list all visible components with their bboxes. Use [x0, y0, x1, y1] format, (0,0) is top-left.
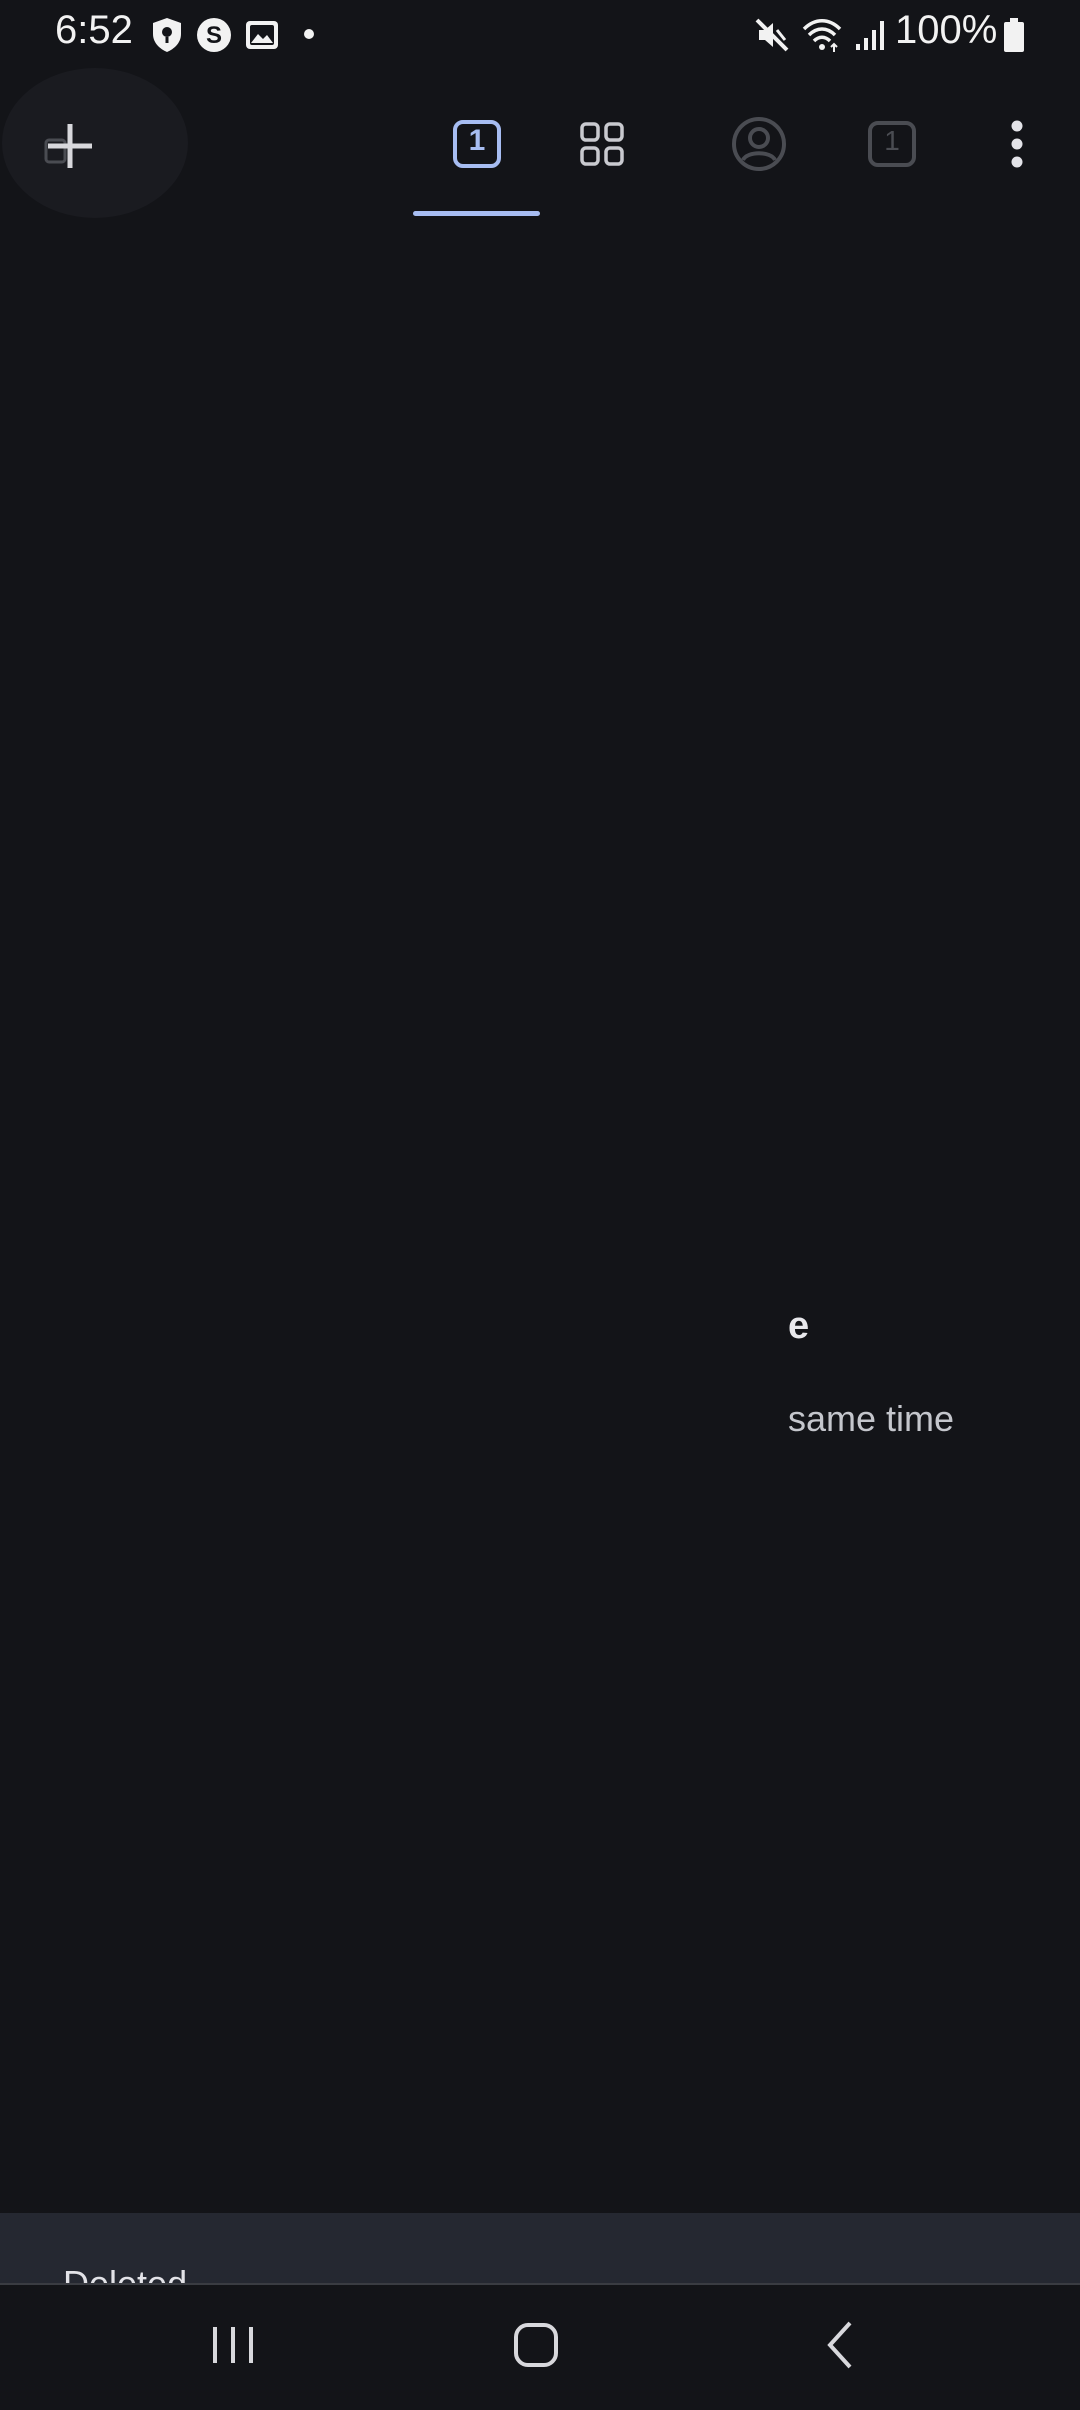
tab-standard-count: 1: [468, 124, 486, 157]
tab-groups[interactable]: [545, 68, 660, 218]
mute-icon: [755, 18, 789, 52]
home-icon: [514, 2323, 558, 2367]
battery-percentage: 100%: [895, 8, 998, 52]
more-vert-icon: [1011, 120, 1023, 168]
back-button[interactable]: [800, 2305, 880, 2385]
grid-icon: [580, 122, 624, 166]
snackbar-message: Deleted: [63, 2263, 187, 2283]
selected-tab-indicator: [413, 211, 540, 216]
tab-switcher-toolbar: 1 1: [0, 68, 1080, 218]
tab-incognito-profile[interactable]: [705, 68, 815, 218]
s-app-icon: S: [197, 18, 231, 52]
more-options-button[interactable]: [985, 68, 1050, 218]
svg-text:S: S: [206, 22, 222, 49]
new-tab-button[interactable]: [0, 68, 190, 218]
tab-incognito-count: 1: [884, 125, 900, 156]
signal-icon: [856, 21, 884, 50]
status-time: 6:52: [55, 8, 133, 52]
snackbar: Deleted: [0, 2213, 1080, 2283]
account-circle-icon: [732, 117, 786, 171]
tab-standard[interactable]: 1: [413, 68, 540, 218]
back-icon: [827, 2321, 852, 2369]
shield-pin-icon: [153, 18, 181, 52]
recents-button[interactable]: [193, 2305, 273, 2385]
empty-state-title: e: [788, 1305, 810, 1347]
home-button[interactable]: [496, 2305, 576, 2385]
system-navigation-bar: [0, 2283, 1080, 2410]
battery-icon: [1004, 18, 1024, 52]
notification-dot: [304, 29, 314, 39]
gallery-icon: [246, 21, 278, 49]
plus-icon: [44, 124, 92, 168]
recents-icon: [213, 2327, 253, 2363]
status-bar: 6:52 S 100%: [0, 0, 1080, 68]
wifi-icon: [802, 19, 842, 52]
empty-state-description: same time: [788, 1398, 955, 1439]
tab-incognito[interactable]: 1: [840, 68, 945, 218]
